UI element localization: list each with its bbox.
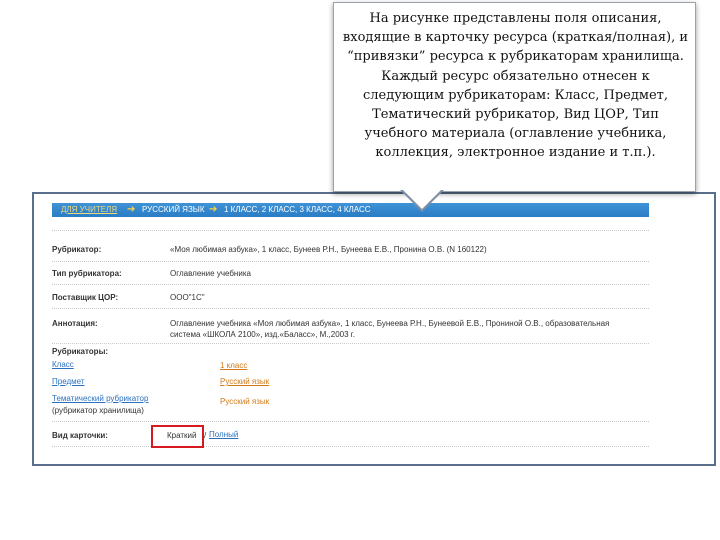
rubricator-thematic-note: (рубрикатор хранилища) <box>52 406 144 415</box>
divider <box>52 421 649 422</box>
rubricator-subject-link[interactable]: Предмет <box>52 377 85 387</box>
cor-provider-value: ООО"1С" <box>170 293 205 302</box>
rubricator-thematic-link[interactable]: Тематический рубрикатор <box>52 394 148 404</box>
arrow-right-icon: ➔ <box>127 204 136 215</box>
resource-card: Рубрикатор: «Моя любимая азбука», 1 клас… <box>52 222 649 448</box>
rubricator-class-value[interactable]: 1 класс <box>220 361 247 370</box>
rubricator-label: Рубрикатор: <box>52 245 102 254</box>
breadcrumb-bar: Для учителя ➔ Русский язык ➔ 1 класс, 2 … <box>52 203 649 217</box>
card-view-separator: / <box>204 431 207 440</box>
card-view-label: Вид карточки: <box>52 431 108 440</box>
arrow-right-icon: ➔ <box>209 204 218 215</box>
type-label: Тип рубрикатора: <box>52 269 122 278</box>
callout-text: На рисунке представлены поля описания, в… <box>342 11 689 161</box>
rubricator-class-link[interactable]: Класс <box>52 360 74 370</box>
explanation-callout: На рисунке представлены поля описания, в… <box>333 2 696 192</box>
type-value: Оглавление учебника <box>170 269 251 278</box>
rubricator-thematic-value: Русский язык <box>220 397 270 406</box>
rubricator-subject-value[interactable]: Русский язык <box>220 377 269 386</box>
callout-pointer-fill <box>403 190 441 209</box>
nav-link-teacher[interactable]: Для учителя <box>61 203 117 217</box>
short-view-highlight <box>151 425 204 448</box>
divider <box>52 284 649 285</box>
annotation-label: Аннотация: <box>52 319 98 328</box>
rubricator-value: «Моя любимая азбука», 1 класс, Бунеев Р.… <box>170 245 487 254</box>
annotation-line-2: система «ШКОЛА 2100», изд.«Баласс», М.,2… <box>170 330 355 339</box>
divider <box>52 343 649 344</box>
annotation-line-1: Оглавление учебника «Моя любимая азбука»… <box>170 319 610 328</box>
divider <box>52 230 649 231</box>
nav-link-russian[interactable]: Русский язык <box>142 203 205 217</box>
divider <box>52 308 649 309</box>
rubricators-label: Рубрикаторы: <box>52 347 109 356</box>
divider <box>52 446 649 447</box>
divider <box>52 261 649 262</box>
card-view-full-link[interactable]: Полный <box>209 430 238 440</box>
cor-provider-label: Поставщик ЦОР: <box>52 293 119 302</box>
nav-link-grades[interactable]: 1 класс, 2 класс, 3 класс, 4 класс <box>224 203 371 217</box>
